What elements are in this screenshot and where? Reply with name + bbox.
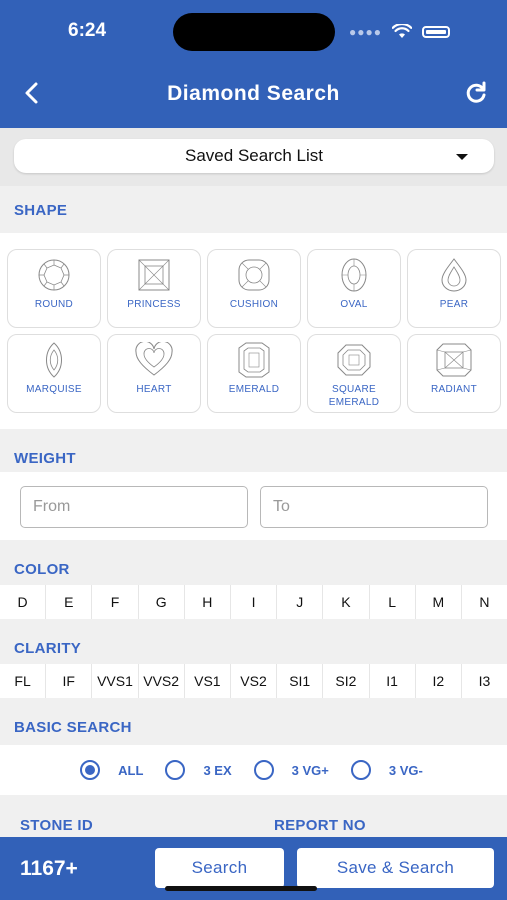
home-indicator xyxy=(165,886,317,891)
weight-section-label: WEIGHT xyxy=(14,450,76,467)
stone-id-label: STONE ID xyxy=(20,817,93,834)
radio-label: 3 VG+ xyxy=(291,762,329,778)
saved-search-bar: Saved Search List xyxy=(0,128,507,186)
round-icon xyxy=(38,259,70,291)
battery-icon xyxy=(422,25,450,38)
clarity-option-vs2[interactable]: VS2 xyxy=(231,664,278,698)
shape-label: PEAR xyxy=(439,299,469,310)
radiant-icon xyxy=(436,343,472,377)
radio-unselected-icon xyxy=(253,760,274,780)
clarity-options: FL IF VVS1 VVS2 VS1 VS2 SI1 SI2 I1 I2 I3 xyxy=(0,664,507,698)
status-icons: ●●●● xyxy=(349,24,450,39)
shape-label: RADIANT xyxy=(431,384,477,395)
clarity-option-i2[interactable]: I2 xyxy=(416,664,462,698)
pear-icon xyxy=(441,258,467,292)
radio-selected-icon xyxy=(80,760,101,780)
clarity-option-fl[interactable]: FL xyxy=(0,664,47,698)
color-option-h[interactable]: H xyxy=(185,585,231,619)
color-option-e[interactable]: E xyxy=(46,585,93,619)
color-option-i[interactable]: I xyxy=(231,585,278,619)
cushion-icon xyxy=(238,259,270,291)
color-option-n[interactable]: N xyxy=(462,585,507,619)
footer-bar: 1167+ Search Save & Search xyxy=(0,837,507,900)
square-emerald-icon xyxy=(337,344,371,376)
emerald-icon xyxy=(238,342,270,378)
app-header: 6:24 ●●●● Diamond Search xyxy=(0,0,507,128)
shape-oval[interactable]: OVAL xyxy=(307,249,401,328)
princess-icon xyxy=(138,259,170,291)
clarity-option-vvs2[interactable]: VVS2 xyxy=(139,664,185,698)
clarity-section-label: CLARITY xyxy=(14,640,82,657)
radio-label: 3 VG- xyxy=(388,762,423,778)
shape-round[interactable]: ROUND xyxy=(7,249,101,328)
chevron-down-icon xyxy=(456,154,468,160)
weight-from-input[interactable] xyxy=(20,486,248,528)
color-section-label: COLOR xyxy=(14,561,70,578)
search-button[interactable]: Search xyxy=(155,848,284,888)
page-title: Diamond Search xyxy=(167,82,340,105)
clarity-option-si1[interactable]: SI1 xyxy=(277,664,324,698)
heart-icon xyxy=(135,342,173,376)
radio-unselected-icon xyxy=(350,760,371,780)
color-option-m[interactable]: M xyxy=(416,585,462,619)
basic-search-options: ALL 3 EX 3 VG+ 3 VG- xyxy=(0,745,507,795)
basic-search-option-3ex[interactable]: 3 EX xyxy=(165,760,232,780)
shape-emerald[interactable]: EMERALD xyxy=(207,334,301,413)
color-option-j[interactable]: J xyxy=(277,585,324,619)
radio-unselected-icon xyxy=(165,760,186,780)
report-no-label: REPORT NO xyxy=(274,817,366,834)
clarity-option-if[interactable]: IF xyxy=(46,664,93,698)
color-option-l[interactable]: L xyxy=(370,585,416,619)
refresh-icon[interactable] xyxy=(463,80,489,106)
color-options: D E F G H I J K L M N xyxy=(0,585,507,619)
shape-grid: ROUND PRINCESS CUSHION OVAL PEAR MARQUIS… xyxy=(7,249,501,413)
basic-search-option-3vg-minus[interactable]: 3 VG- xyxy=(350,760,423,780)
shape-label: PRINCESS xyxy=(127,299,181,310)
clarity-option-vs1[interactable]: VS1 xyxy=(185,664,231,698)
shape-heart[interactable]: HEART xyxy=(107,334,201,413)
shape-radiant[interactable]: RADIANT xyxy=(407,334,501,413)
shape-marquise[interactable]: MARQUISE xyxy=(7,334,101,413)
basic-search-option-all[interactable]: ALL xyxy=(80,760,143,780)
oval-icon xyxy=(341,258,367,292)
basic-search-option-3vg-plus[interactable]: 3 VG+ xyxy=(253,760,329,780)
signal-icon: ●●●● xyxy=(349,24,382,39)
shape-label: ROUND xyxy=(34,299,74,310)
shape-label: MARQUISE xyxy=(26,384,82,395)
color-option-g[interactable]: G xyxy=(139,585,185,619)
shape-label: CUSHION xyxy=(229,299,279,310)
result-count: 1167+ xyxy=(20,857,78,880)
basic-search-section-label: BASIC SEARCH xyxy=(14,719,132,736)
color-option-d[interactable]: D xyxy=(0,585,47,619)
clarity-option-i1[interactable]: I1 xyxy=(370,664,416,698)
shape-princess[interactable]: PRINCESS xyxy=(107,249,201,328)
radio-label: 3 EX xyxy=(203,762,232,778)
weight-to-input[interactable] xyxy=(260,486,488,528)
shape-label: OVAL xyxy=(340,299,368,310)
clarity-option-i3[interactable]: I3 xyxy=(462,664,507,698)
color-option-k[interactable]: K xyxy=(323,585,370,619)
shape-section-label: SHAPE xyxy=(14,202,68,219)
clarity-option-si2[interactable]: SI2 xyxy=(323,664,370,698)
wifi-icon xyxy=(392,24,412,38)
shape-label: HEART xyxy=(136,384,172,395)
shape-pear[interactable]: PEAR xyxy=(407,249,501,328)
marquise-icon xyxy=(46,342,62,378)
clarity-option-vvs1[interactable]: VVS1 xyxy=(92,664,139,698)
shape-label: SQUARE EMERALD xyxy=(328,384,380,408)
shape-cushion[interactable]: CUSHION xyxy=(207,249,301,328)
saved-search-label: Saved Search List xyxy=(185,146,323,165)
shape-square-emerald[interactable]: SQUARE EMERALD xyxy=(307,334,401,413)
shape-label: EMERALD xyxy=(228,384,280,395)
save-and-search-button[interactable]: Save & Search xyxy=(297,848,494,888)
radio-label: ALL xyxy=(118,762,144,778)
color-option-f[interactable]: F xyxy=(92,585,139,619)
saved-search-dropdown[interactable]: Saved Search List xyxy=(14,139,494,173)
dynamic-island xyxy=(173,13,335,51)
status-time: 6:24 xyxy=(68,20,107,41)
